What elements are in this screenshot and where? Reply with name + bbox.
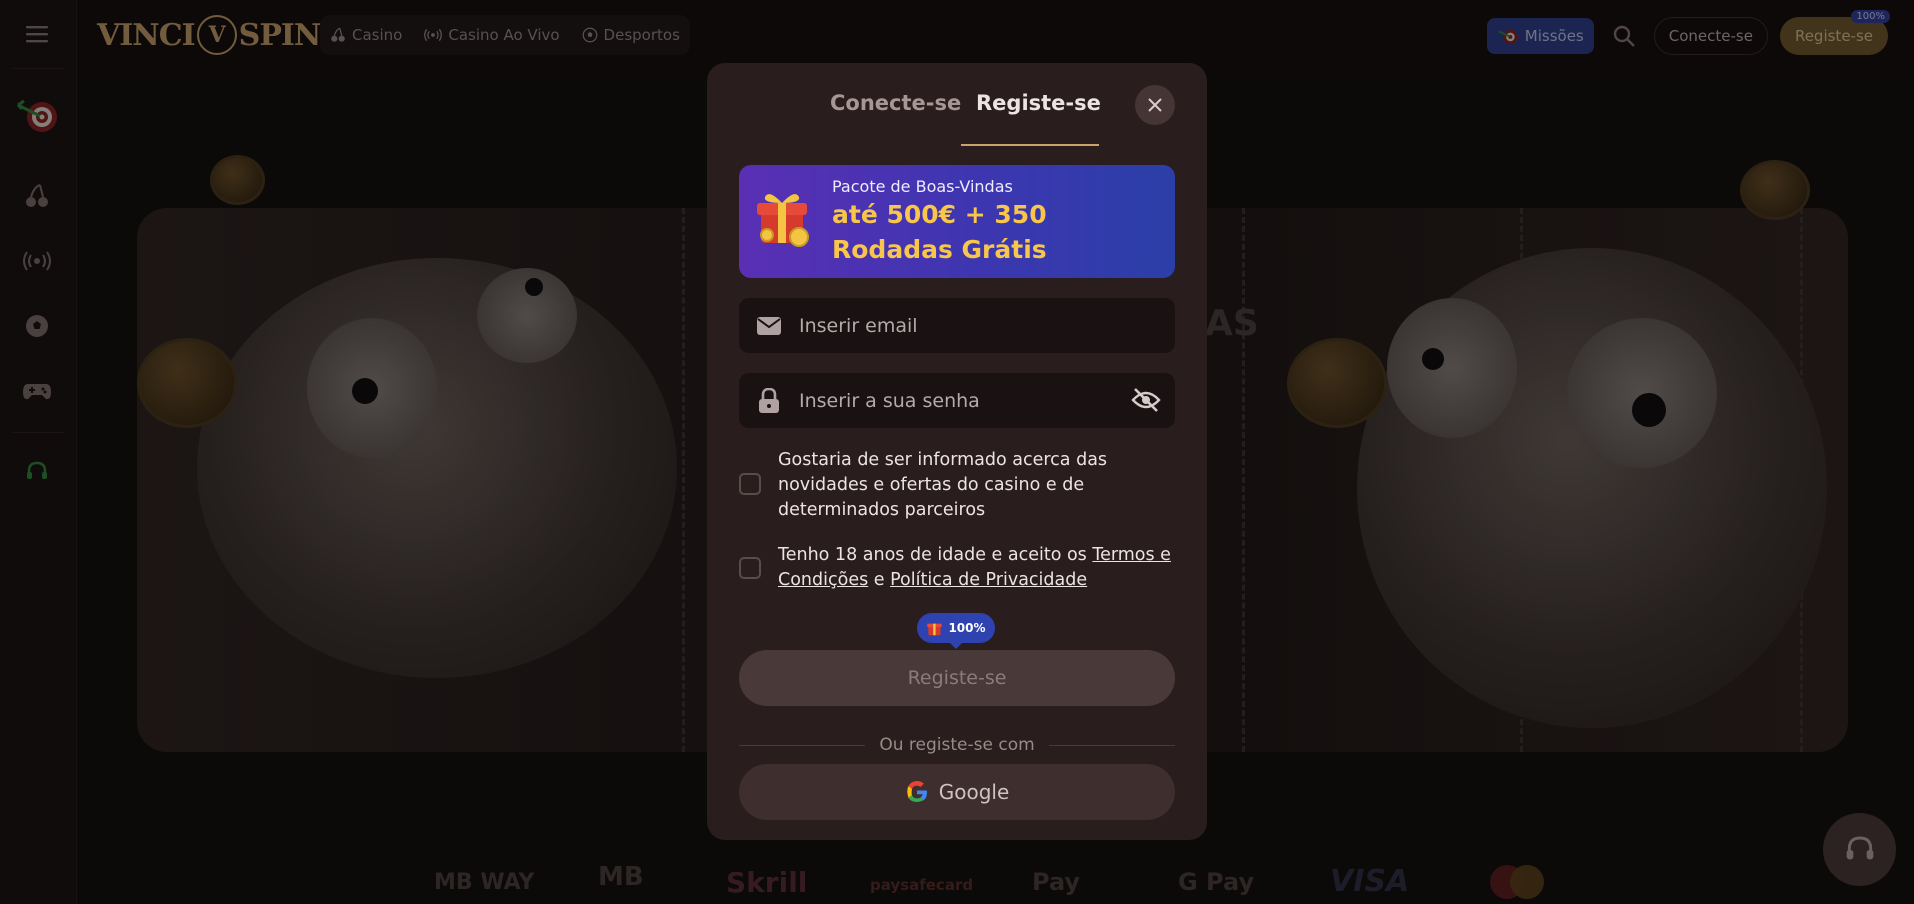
promo-subtitle: Pacote de Boas-Vindas	[832, 177, 1013, 196]
terms-text: Tenho 18 anos de idade e aceito os Termo…	[778, 543, 1179, 593]
google-label: Google	[938, 780, 1010, 804]
google-signup-button[interactable]: Google	[739, 764, 1175, 820]
promo-title: até 500€ + 350 Rodadas Grátis	[832, 200, 1047, 264]
divider-line	[739, 744, 866, 746]
gift-icon	[757, 194, 809, 247]
envelope-icon	[739, 316, 799, 336]
register-modal: Conecte-se Registe-se Pacote de Boas-Vin…	[707, 63, 1207, 840]
terms-middle: e	[868, 570, 891, 590]
terms-consent: Tenho 18 anos de idade e aceito os Termo…	[739, 543, 1179, 593]
close-icon[interactable]	[1135, 85, 1175, 125]
divider-line	[1048, 744, 1176, 746]
password-input[interactable]	[799, 389, 1119, 412]
google-icon	[907, 781, 927, 802]
newsletter-consent: Gostaria de ser informado acerca das nov…	[739, 448, 1179, 523]
auth-tabs: Conecte-se Registe-se	[707, 91, 1207, 131]
password-field[interactable]	[739, 373, 1175, 428]
newsletter-text: Gostaria de ser informado acerca das nov…	[778, 450, 1108, 520]
or-text: Ou registe-se com	[879, 735, 1035, 755]
tab-register[interactable]: Registe-se	[976, 91, 1101, 115]
active-tab-indicator	[961, 144, 1099, 146]
or-divider: Ou registe-se com	[739, 733, 1176, 757]
newsletter-checkbox[interactable]	[739, 473, 761, 495]
terms-prefix: Tenho 18 anos de idade e aceito os	[778, 545, 1093, 565]
tab-login[interactable]: Conecte-se	[830, 91, 961, 115]
email-input[interactable]	[799, 314, 1119, 337]
lock-icon	[739, 387, 799, 414]
support-chat-button[interactable]	[1823, 813, 1896, 886]
bonus-badge-label: 100%	[948, 621, 986, 635]
privacy-link[interactable]: Política de Privacidade	[890, 570, 1087, 590]
bonus-badge: 100%	[917, 613, 995, 649]
email-field[interactable]	[739, 298, 1175, 353]
terms-checkbox[interactable]	[739, 557, 761, 579]
gift-icon	[927, 623, 943, 636]
welcome-package-banner: Pacote de Boas-Vindas até 500€ + 350 Rod…	[739, 165, 1175, 278]
headset-icon	[1846, 836, 1873, 859]
eye-off-icon[interactable]	[1131, 386, 1161, 418]
register-submit-button[interactable]: Registe-se	[739, 650, 1175, 706]
